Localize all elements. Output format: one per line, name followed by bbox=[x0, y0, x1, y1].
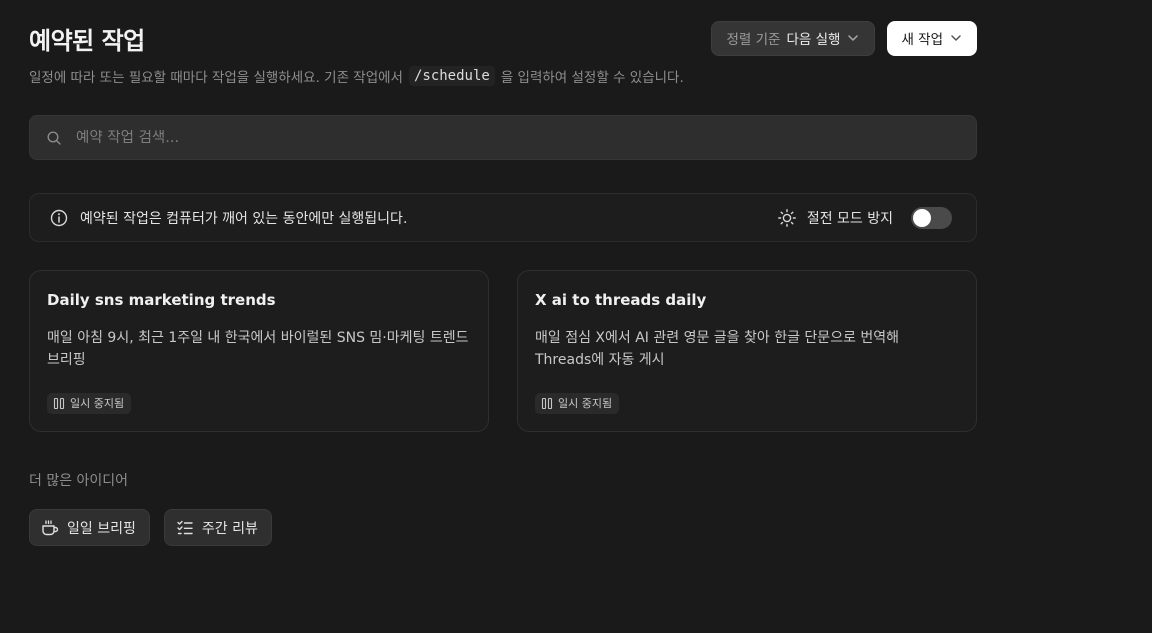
info-icon bbox=[50, 209, 68, 226]
subtitle-text-after: 을 입력하여 설정할 수 있습니다. bbox=[500, 70, 684, 86]
banner-message: 예약된 작업은 컴퓨터가 깨어 있는 동안에만 실행됩니다. bbox=[80, 210, 408, 227]
header-actions: 정렬 기준 다음 실행 새 작업 bbox=[711, 20, 977, 56]
chevron-down-icon bbox=[951, 35, 961, 41]
task-title: Daily sns marketing trends bbox=[47, 291, 276, 309]
schedule-command: /schedule bbox=[408, 66, 495, 86]
sort-prefix: 정렬 기준 bbox=[726, 32, 781, 48]
task-description: 매일 점심 X에서 AI 관련 영문 글을 찾아 한글 단문으로 번역해 Thr… bbox=[535, 330, 900, 368]
sort-dropdown[interactable]: 정렬 기준 다음 실행 bbox=[711, 20, 876, 56]
pause-icon bbox=[53, 397, 65, 409]
search-icon bbox=[47, 130, 61, 145]
task-card-list: Daily sns marketing trends 매일 아침 9시, 최근 … bbox=[29, 270, 977, 432]
idea-weekly-review-button[interactable]: 주간 리뷰 bbox=[163, 509, 272, 546]
status-label: 일시 중지됨 bbox=[558, 397, 613, 410]
sleep-prevention-toggle[interactable] bbox=[911, 206, 952, 229]
task-description: 매일 아침 9시, 최근 1주일 내 한국에서 바이럴된 SNS 밈·마케팅 트… bbox=[47, 330, 469, 368]
status-label: 일시 중지됨 bbox=[70, 397, 125, 410]
sort-value: 다음 실행 bbox=[786, 32, 841, 48]
idea-label: 주간 리뷰 bbox=[201, 520, 258, 537]
search-bar bbox=[29, 115, 977, 160]
page-header: 예약된 작업 정렬 기준 다음 실행 새 작업 bbox=[29, 18, 977, 58]
coffee-cup-icon bbox=[42, 519, 59, 535]
scheduled-tasks-page: 예약된 작업 정렬 기준 다음 실행 새 작업 일정에 따라 또는 필요할 때마… bbox=[0, 0, 1152, 633]
sleep-prevention-group: 절전 모드 방지 bbox=[777, 206, 952, 229]
more-ideas-label: 더 많은 아이디어 bbox=[29, 473, 129, 489]
idea-daily-briefing-button[interactable]: 일일 브리핑 bbox=[29, 509, 150, 546]
sun-icon bbox=[777, 208, 796, 227]
new-task-label: 새 작업 bbox=[901, 32, 943, 48]
chevron-down-icon bbox=[848, 35, 859, 41]
info-banner: 예약된 작업은 컴퓨터가 깨어 있는 동안에만 실행됩니다. 절전 모드 방지 bbox=[29, 193, 977, 242]
idea-label: 일일 브리핑 bbox=[67, 520, 136, 537]
task-title: X ai to threads daily bbox=[535, 291, 707, 309]
page-title: 예약된 작업 bbox=[29, 26, 145, 55]
new-task-button[interactable]: 새 작업 bbox=[887, 20, 977, 56]
sleep-prevention-label: 절전 모드 방지 bbox=[806, 210, 893, 227]
pause-icon bbox=[541, 397, 553, 409]
task-card[interactable]: Daily sns marketing trends 매일 아침 9시, 최근 … bbox=[29, 270, 489, 432]
subtitle-text-before: 일정에 따라 또는 필요할 때마다 작업을 실행하세요. 기존 작업에서 bbox=[29, 70, 403, 86]
banner-message-group: 예약된 작업은 컴퓨터가 깨어 있는 동안에만 실행됩니다. bbox=[50, 208, 407, 228]
task-card[interactable]: X ai to threads daily 매일 점심 X에서 AI 관련 영문… bbox=[517, 270, 977, 432]
status-badge: 일시 중지됨 bbox=[535, 393, 620, 414]
search-input[interactable] bbox=[76, 129, 960, 146]
idea-button-list: 일일 브리핑 주간 리뷰 bbox=[29, 509, 977, 546]
toggle-knob bbox=[913, 208, 931, 227]
status-badge: 일시 중지됨 bbox=[47, 393, 132, 414]
checklist-icon bbox=[177, 520, 193, 534]
page-subtitle: 일정에 따라 또는 필요할 때마다 작업을 실행하세요. 기존 작업에서 /sc… bbox=[29, 66, 977, 86]
